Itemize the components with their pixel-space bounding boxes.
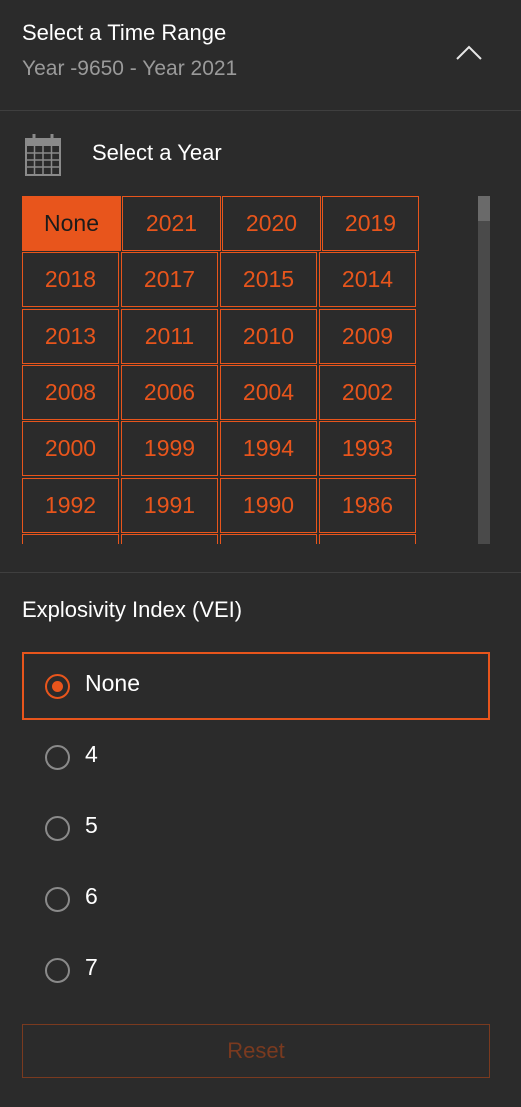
section-divider	[0, 572, 521, 573]
year-row: 1992 1991 1990 1986	[22, 478, 468, 534]
header-subtitle: Year -9650 - Year 2021	[22, 57, 238, 80]
year-option-1991[interactable]: 1991	[121, 478, 218, 533]
year-option-2011[interactable]: 2011	[121, 309, 218, 364]
vei-option-label: 6	[85, 883, 98, 909]
year-row: 2008 2006 2004 2002	[22, 365, 468, 421]
year-option-2013[interactable]: 2013	[22, 309, 119, 364]
year-option-clipped[interactable]	[319, 534, 416, 544]
year-option-none[interactable]: None	[22, 196, 121, 251]
time-range-panel: Select a Time Range Year -9650 - Year 20…	[0, 0, 521, 1107]
year-option-2014[interactable]: 2014	[319, 252, 416, 307]
collapse-button[interactable]	[448, 32, 490, 72]
chevron-up-icon	[456, 45, 482, 60]
year-option-clipped[interactable]	[220, 534, 317, 544]
radio-button[interactable]	[45, 816, 70, 841]
year-option-2006[interactable]: 2006	[121, 365, 218, 420]
vei-option-label: 4	[85, 741, 98, 767]
year-option-1994[interactable]: 1994	[220, 421, 317, 476]
year-option-2017[interactable]: 2017	[121, 252, 218, 307]
year-list[interactable]: None 2021 2020 2019 2018 2017 2015 2014 2013 2011…	[22, 196, 468, 544]
radio-button[interactable]	[45, 958, 70, 983]
radio-button[interactable]	[45, 674, 70, 699]
reset-button[interactable]: Reset	[22, 1024, 490, 1078]
year-option-2000[interactable]: 2000	[22, 421, 119, 476]
year-option-1986[interactable]: 1986	[319, 478, 416, 533]
year-option-1990[interactable]: 1990	[220, 478, 317, 533]
vei-option-label: 5	[85, 812, 98, 838]
year-option-1999[interactable]: 1999	[121, 421, 218, 476]
year-row: 2000 1999 1994 1993	[22, 421, 468, 477]
year-option-clipped[interactable]	[22, 534, 119, 544]
year-option-clipped[interactable]	[121, 534, 218, 544]
vei-option-label: 7	[85, 954, 98, 980]
year-option-2015[interactable]: 2015	[220, 252, 317, 307]
vei-option-5[interactable]: 5	[22, 794, 490, 862]
year-option-1992[interactable]: 1992	[22, 478, 119, 533]
year-list-scrollbar[interactable]	[478, 196, 490, 544]
radio-selected-dot	[52, 681, 63, 692]
year-list-scrollbar-thumb[interactable]	[478, 196, 490, 221]
year-option-2004[interactable]: 2004	[220, 365, 317, 420]
year-row: 2018 2017 2015 2014	[22, 252, 468, 308]
year-heading-label: Select a Year	[92, 140, 222, 165]
year-option-2018[interactable]: 2018	[22, 252, 119, 307]
year-heading: Select a Year	[0, 130, 521, 180]
radio-button[interactable]	[45, 745, 70, 770]
vei-option-label: None	[85, 670, 140, 696]
year-option-2021[interactable]: 2021	[122, 196, 221, 251]
vei-option-none[interactable]: None	[22, 652, 490, 720]
time-range-header[interactable]: Select a Time Range Year -9650 - Year 20…	[0, 0, 521, 111]
header-title: Select a Time Range	[22, 20, 227, 45]
year-row-partial	[22, 534, 468, 544]
vei-title: Explosivity Index (VEI)	[22, 597, 243, 622]
year-option-2010[interactable]: 2010	[220, 309, 317, 364]
year-option-1993[interactable]: 1993	[319, 421, 416, 476]
year-option-2009[interactable]: 2009	[319, 309, 416, 364]
calendar-icon	[25, 134, 61, 176]
year-option-2002[interactable]: 2002	[319, 365, 416, 420]
vei-option-7[interactable]: 7	[22, 936, 490, 1004]
year-option-2008[interactable]: 2008	[22, 365, 119, 420]
year-option-2020[interactable]: 2020	[222, 196, 321, 251]
year-row: 2013 2011 2010 2009	[22, 309, 468, 365]
year-option-2019[interactable]: 2019	[322, 196, 419, 251]
year-row: None 2021 2020 2019	[22, 196, 468, 252]
radio-button[interactable]	[45, 887, 70, 912]
vei-option-6[interactable]: 6	[22, 865, 490, 933]
vei-option-4[interactable]: 4	[22, 723, 490, 791]
